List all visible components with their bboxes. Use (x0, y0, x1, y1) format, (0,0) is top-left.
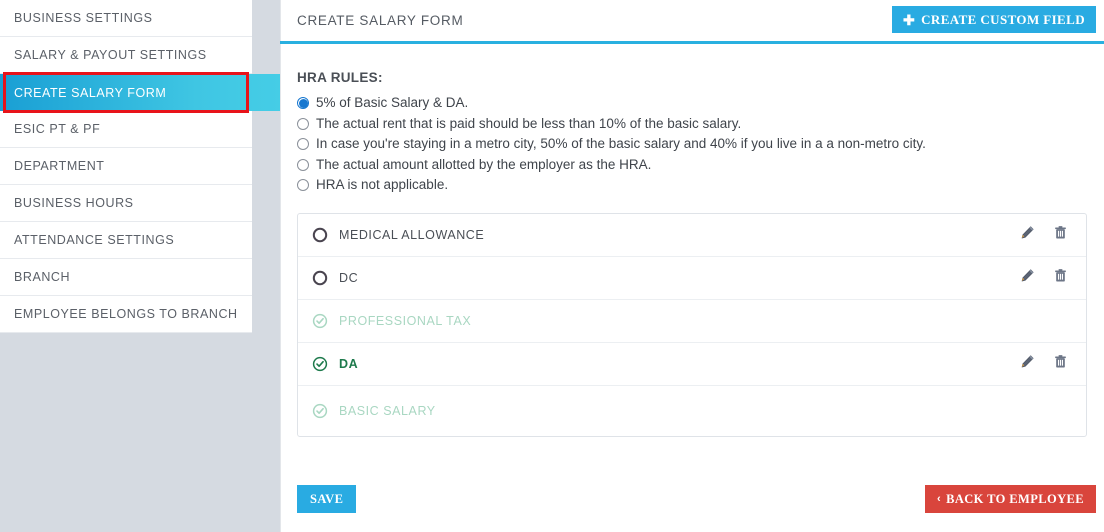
edit-pencil-icon[interactable] (1020, 268, 1035, 288)
radio-button[interactable] (297, 158, 309, 171)
row-actions (1020, 354, 1074, 374)
sidebar-item-branch[interactable]: BRANCH (0, 259, 252, 296)
sidebar-item-label: DEPARTMENT (14, 159, 105, 173)
chevron-left-icon: ‹ (937, 493, 942, 505)
check-circle-faded-icon[interactable] (312, 313, 328, 329)
create-custom-field-label: CREATE CUSTOM FIELD (921, 11, 1085, 27)
hra-rule-label: HRA is not applicable. (316, 177, 449, 192)
hra-rule-label: The actual rent that is paid should be l… (316, 115, 742, 131)
sidebar-item-label: EMPLOYEE BELONGS TO BRANCH (14, 307, 238, 321)
delete-trash-icon[interactable] (1053, 268, 1068, 288)
sidebar-item-label: ATTENDANCE SETTINGS (14, 233, 175, 247)
salary-component-list: MEDICAL ALLOWANCE DC PROFESSIONAL TAX DA BAS… (297, 213, 1087, 437)
sidebar-item-label: ESIC PT & PF (14, 122, 101, 136)
hra-rules-title: HRA RULES: (297, 70, 383, 85)
check-circle-icon[interactable] (312, 356, 328, 372)
main-content: CREATE SALARY FORM ✚ CREATE CUSTOM FIELD… (280, 0, 1104, 532)
edit-pencil-icon[interactable] (1020, 225, 1035, 245)
sidebar-item-label: BRANCH (14, 270, 71, 284)
hra-rule-label: The actual amount allotted by the employ… (316, 156, 652, 172)
back-to-employee-label: BACK TO EMPLOYEE (946, 491, 1084, 506)
salary-component-row[interactable]: DC (298, 257, 1086, 300)
create-custom-field-button[interactable]: ✚ CREATE CUSTOM FIELD (891, 6, 1096, 33)
salary-component-name: BASIC SALARY (339, 404, 436, 418)
hra-rule-option[interactable]: 5% of Basic Salary & DA. (297, 94, 1104, 111)
radio-button[interactable] (297, 97, 309, 109)
hra-rule-label: In case you're staying in a metro city, … (316, 136, 926, 151)
sidebar-item-attendance-settings[interactable]: ATTENDANCE SETTINGS (0, 222, 252, 259)
salary-component-row[interactable]: PROFESSIONAL TAX (298, 300, 1086, 343)
hra-rules-radio-group: 5% of Basic Salary & DA. The actual rent … (297, 94, 1104, 193)
sidebar-item-business-settings[interactable]: BUSINESS SETTINGS (0, 0, 252, 37)
salary-component-name: DA (339, 357, 359, 371)
salary-component-name: DC (339, 271, 359, 285)
hra-rule-option[interactable]: The actual rent that is paid should be l… (297, 115, 1104, 132)
hra-rule-option[interactable]: The actual amount allotted by the employ… (297, 156, 1104, 173)
sidebar-item-salary-payout-settings[interactable]: SALARY & PAYOUT SETTINGS (0, 37, 252, 74)
delete-trash-icon[interactable] (1053, 225, 1068, 245)
delete-trash-icon[interactable] (1053, 354, 1068, 374)
settings-sidebar: BUSINESS SETTINGS SALARY & PAYOUT SETTING… (0, 0, 280, 532)
hra-rules-section: HRA RULES: 5% of Basic Salary & DA. The a… (280, 44, 1104, 193)
sidebar-item-label: CREATE SALARY FORM (14, 85, 167, 100)
salary-component-row[interactable]: MEDICAL ALLOWANCE (298, 214, 1086, 257)
sidebar-item-esic-pt-pf[interactable]: ESIC PT & PF (0, 111, 252, 148)
back-to-employee-button[interactable]: ‹ BACK TO EMPLOYEE (925, 485, 1096, 513)
salary-component-name: PROFESSIONAL TAX (339, 314, 472, 328)
content-left-divider (280, 0, 281, 532)
hra-rule-option[interactable]: HRA is not applicable. (297, 176, 1104, 193)
plus-icon: ✚ (902, 11, 916, 28)
row-actions (1020, 225, 1074, 245)
page-title: CREATE SALARY FORM (297, 13, 464, 28)
salary-component-name: MEDICAL ALLOWANCE (339, 228, 485, 242)
sidebar-item-label: SALARY & PAYOUT SETTINGS (14, 48, 207, 62)
sidebar-item-business-hours[interactable]: BUSINESS HOURS (0, 185, 252, 222)
sidebar-item-label: BUSINESS SETTINGS (14, 11, 153, 25)
sidebar-item-employee-belongs-to-branch[interactable]: EMPLOYEE BELONGS TO BRANCH (0, 296, 252, 333)
radio-button[interactable] (297, 138, 309, 150)
circle-unchecked-icon[interactable] (312, 227, 328, 243)
save-button[interactable]: SAVE (297, 485, 357, 513)
page-header: CREATE SALARY FORM ✚ CREATE CUSTOM FIELD (280, 0, 1104, 44)
sidebar-item-label: BUSINESS HOURS (14, 196, 134, 210)
circle-unchecked-icon[interactable] (312, 270, 328, 286)
row-actions (1020, 268, 1074, 288)
sidebar-item-create-salary-form[interactable]: CREATE SALARY FORM (0, 74, 280, 111)
sidebar-menu: BUSINESS SETTINGS SALARY & PAYOUT SETTING… (0, 0, 280, 333)
salary-component-row[interactable]: DA (298, 343, 1086, 386)
radio-button[interactable] (297, 179, 309, 191)
hra-rule-label: 5% of Basic Salary & DA. (316, 95, 469, 110)
radio-button[interactable] (297, 117, 309, 130)
hra-rule-option[interactable]: In case you're staying in a metro city, … (297, 135, 1104, 152)
sidebar-item-department[interactable]: DEPARTMENT (0, 148, 252, 185)
edit-pencil-icon[interactable] (1020, 354, 1035, 374)
salary-component-row[interactable]: BASIC SALARY (298, 386, 1086, 436)
settings-page: BUSINESS SETTINGS SALARY & PAYOUT SETTING… (0, 0, 1104, 532)
form-footer: SAVE ‹ BACK TO EMPLOYEE (280, 476, 1104, 532)
check-circle-faded-icon[interactable] (312, 403, 328, 419)
